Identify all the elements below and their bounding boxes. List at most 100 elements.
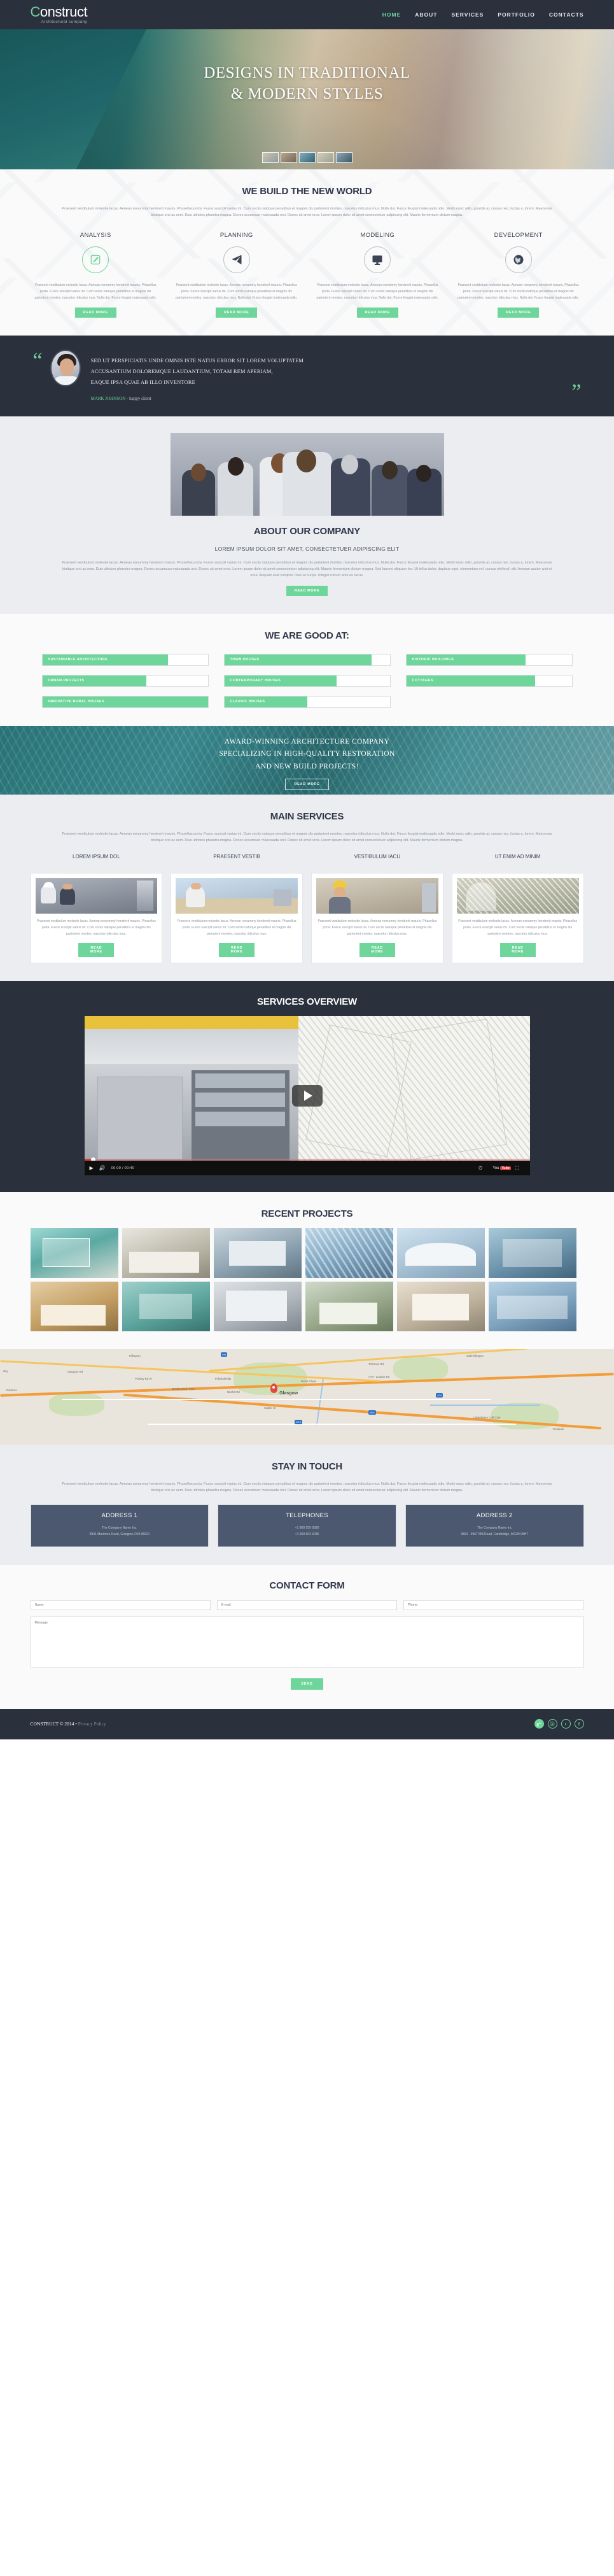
youtube-word-you: You <box>492 1166 499 1170</box>
skill-label: URBAN PROJECTS <box>48 679 85 683</box>
nav-item-about[interactable]: ABOUT <box>415 11 437 18</box>
google-plus-icon[interactable]: g⁺ <box>534 1719 544 1729</box>
map-road-shield: M8 <box>221 1352 227 1357</box>
quote-close-icon: ” <box>571 379 582 404</box>
build-column-title: PLANNING <box>220 231 253 239</box>
build-column-modeling: MODELING Praesent vestibulum molestie la… <box>312 232 443 318</box>
hero-thumb-4[interactable] <box>317 152 334 163</box>
monitor-icon <box>364 246 391 273</box>
youtube-logo[interactable]: You Tube <box>492 1166 511 1170</box>
site-logo[interactable]: Construct Architectural company <box>31 4 88 25</box>
build-readmore-button[interactable]: READ MORE <box>74 308 116 318</box>
project-thumb[interactable] <box>488 1282 576 1332</box>
skills-title: WE ARE GOOD AT: <box>265 630 349 641</box>
hero-thumb-2[interactable] <box>280 152 297 163</box>
build-readmore-button[interactable]: READ MORE <box>498 308 540 318</box>
nav-item-services[interactable]: SERVICES <box>451 11 484 18</box>
map-label: sley <box>3 1369 8 1373</box>
project-thumb[interactable] <box>30 1282 118 1332</box>
about-readmore-button[interactable]: READ MORE <box>286 585 328 596</box>
project-thumb[interactable] <box>122 1282 210 1332</box>
service-card-text: Praesent vestibulum molestie lacus. Aene… <box>177 919 297 937</box>
project-thumb[interactable] <box>488 1228 576 1278</box>
video-play-button[interactable] <box>291 1085 323 1107</box>
service-card-image <box>35 878 158 914</box>
fullscreen-icon[interactable]: ⛶ <box>515 1165 519 1171</box>
skill-bar: COTTAGES <box>405 674 573 687</box>
map-label: Hurlet Clyde <box>300 1380 317 1384</box>
hero-slider-thumbs[interactable] <box>0 152 614 163</box>
build-column-text: Praesent vestibulum molestie lacus. Aene… <box>316 283 438 300</box>
map-label: Nitshill Rd <box>227 1390 240 1394</box>
send-button[interactable]: SEND <box>291 1678 323 1690</box>
map-road-shield: M74 <box>295 1420 302 1425</box>
map-label: Calder St <box>263 1406 276 1410</box>
watch-later-icon[interactable]: ⏱ <box>478 1165 482 1171</box>
privacy-policy-link[interactable]: Privacy Policy <box>78 1721 106 1727</box>
footer-copyright: CONSTRUCT © 2014 • Privacy Policy <box>31 1721 106 1727</box>
project-thumb[interactable] <box>213 1228 302 1278</box>
hero-banner: DESIGNS IN TRADITIONAL & MODERN STYLES <box>0 29 614 169</box>
projects-section: RECENT PROJECTS <box>0 1192 614 1350</box>
map-label: Bellahouston Park <box>172 1387 195 1391</box>
project-thumb[interactable] <box>305 1228 393 1278</box>
project-thumb[interactable] <box>305 1282 393 1332</box>
nav-item-home[interactable]: HOME <box>382 11 401 18</box>
twitter-icon[interactable]: t <box>561 1719 571 1729</box>
project-thumb[interactable] <box>396 1282 485 1332</box>
hero-thumb-1[interactable] <box>262 152 279 163</box>
project-thumb[interactable] <box>396 1228 485 1278</box>
build-readmore-button[interactable]: READ MORE <box>356 308 398 318</box>
message-textarea[interactable] <box>30 1616 584 1667</box>
behance-icon[interactable]: ⓑ <box>547 1719 557 1729</box>
service-card-image <box>176 878 298 914</box>
testimonial-section: “ SED UT PERSPICIATIS UNDE OMNIS ISTE NA… <box>0 336 614 416</box>
project-thumb[interactable] <box>30 1228 118 1278</box>
nav-item-contacts[interactable]: CONTACTS <box>549 11 584 18</box>
skill-bar: URBAN PROJECTS <box>41 674 209 687</box>
name-input[interactable] <box>30 1599 211 1610</box>
service-readmore-button[interactable]: READ MORE <box>219 943 255 958</box>
video-player[interactable]: ▶ 🔊 00:00 / 00:40 ⏱ You Tube ⛶ <box>84 1016 530 1176</box>
map-label: Hillington <box>129 1354 141 1357</box>
service-readmore-button[interactable]: READ MORE <box>359 943 395 958</box>
skill-bar: TOWN HOUSES <box>223 653 391 666</box>
map-label: Gardens <box>6 1388 17 1392</box>
nav-item-portfolio[interactable]: PORTFOLIO <box>498 11 535 18</box>
email-input[interactable] <box>216 1599 398 1610</box>
skill-bar: HISTORIC BUILDINGS <box>405 653 573 666</box>
facebook-icon[interactable]: f <box>574 1719 584 1729</box>
volume-icon[interactable]: 🔊 <box>99 1165 106 1171</box>
location-map[interactable]: Glasgow Hillington Glasgow Rd Paisley Rd… <box>0 1349 614 1445</box>
hero-thumb-5[interactable] <box>335 152 352 163</box>
service-readmore-button[interactable]: READ MORE <box>499 943 536 958</box>
video-controls-bar: ▶ 🔊 00:00 / 00:40 ⏱ You Tube ⛶ <box>84 1161 530 1176</box>
service-card: Praesent vestibulum molestie lacus. Aene… <box>451 873 584 964</box>
skills-section: WE ARE GOOD AT: SUSTAINABLE ARCHITECTURE… <box>0 613 614 726</box>
project-thumb[interactable] <box>213 1282 302 1332</box>
project-thumb[interactable] <box>122 1228 210 1278</box>
map-pin[interactable] <box>270 1384 277 1394</box>
hero-thumb-3[interactable] <box>298 152 316 163</box>
service-card: Praesent vestibulum molestie lacus. Aene… <box>30 873 163 964</box>
phone-input[interactable] <box>403 1599 584 1610</box>
contact-box-line2: +1 959 603 6035 <box>295 1532 319 1536</box>
about-subtitle: LOREM IPSUM DOLOR SIT AMET, CONSECTETUER… <box>214 545 400 552</box>
touch-lead: Praesent vestibulum molestie lacus. Aene… <box>62 1482 552 1493</box>
globe-icon <box>505 246 532 273</box>
banner-readmore-button[interactable]: READ MORE <box>285 779 329 791</box>
contact-box-line1: +1 800 559 6580 <box>295 1525 319 1530</box>
hero-title: DESIGNS IN TRADITIONAL & MODERN STYLES <box>0 62 614 104</box>
contact-box-line1: The Company Name Inc <box>477 1525 512 1530</box>
skill-label: CONTEMPORARY HOUSES <box>230 679 281 683</box>
contact-box-address2: ADDRESS 2 The Company Name Inc 9863 - 98… <box>405 1504 584 1547</box>
contact-boxes: ADDRESS 1 The Company Name Inc. 8901 Mar… <box>30 1504 584 1547</box>
build-readmore-button[interactable]: READ MORE <box>216 308 258 318</box>
testimonial-avatar <box>50 350 81 387</box>
award-banner: AWARD-WINNING ARCHITECTURE COMPANY SPECI… <box>0 725 614 795</box>
build-column-text: Praesent vestibulum molestie lacus. Aene… <box>457 283 580 300</box>
play-icon[interactable]: ▶ <box>90 1165 94 1171</box>
service-readmore-button[interactable]: READ MORE <box>78 943 115 958</box>
service-card-image <box>316 878 438 914</box>
map-label: Pollokshields <box>214 1376 232 1380</box>
